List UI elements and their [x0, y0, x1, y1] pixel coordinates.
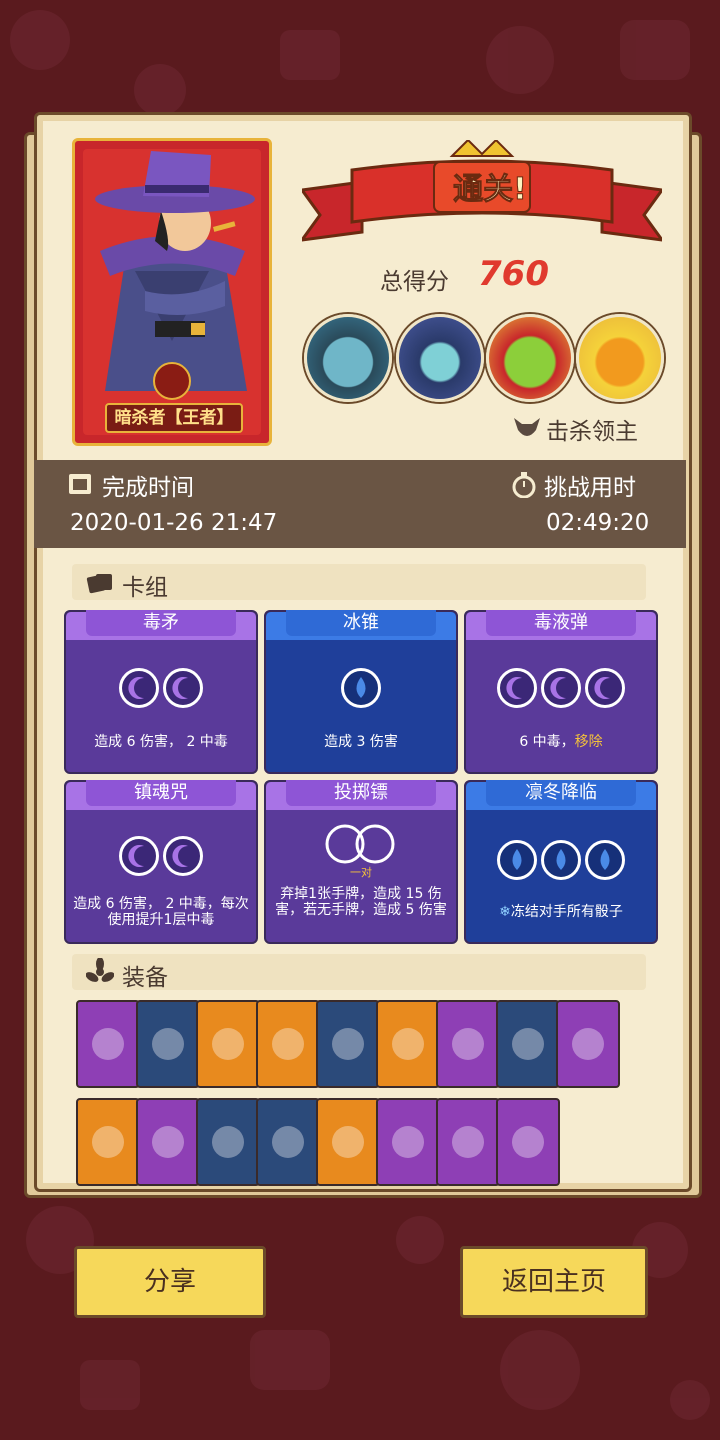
water-die-icon: [585, 840, 625, 880]
kill-boss-label: 击杀领主: [546, 419, 638, 445]
pair-dice-icon: [325, 824, 395, 864]
skull-gem-icon[interactable]: [376, 1000, 440, 1088]
cards-icon: [86, 574, 112, 594]
card-description-text: 冻结对手所有骰子: [510, 904, 623, 920]
pair-label: 一对: [350, 866, 372, 879]
score-label: 总得分: [380, 269, 449, 295]
moon-die-icon: [119, 836, 159, 876]
gold-coin-icon[interactable]: [136, 1098, 200, 1186]
deck-title: 卡组: [122, 575, 168, 601]
card-description-remove: 移除: [574, 734, 603, 750]
card-description: 弃掉1张手牌，造成 15 伤害，若无手牌，造成 5 伤害: [275, 886, 447, 918]
leaf-bracelet-icon[interactable]: [496, 1000, 560, 1088]
hero-name: 暗杀者【王者】: [105, 403, 243, 433]
dice-slots: [66, 836, 256, 876]
card-ice-spike: 冰锥 造成 3 伤害: [264, 610, 458, 774]
water-die-icon: [497, 840, 537, 880]
card-name: 毒液弹: [486, 610, 636, 636]
return-home-button[interactable]: 返回主页: [460, 1246, 648, 1318]
finish-time-value: 2020-01-26 21:47: [70, 510, 278, 536]
score-value: 760: [478, 254, 549, 294]
finish-time-label: 完成时间: [102, 475, 194, 501]
snowflake-icon: ❄: [499, 904, 511, 920]
moon-die-icon: [585, 668, 625, 708]
card-venom-bullet: 毒液弹 6 中毒，移除: [464, 610, 658, 774]
card-soul-curse: 镇魂咒 造成 6 伤害， 2 中毒，每次使用提升1层中毒: [64, 780, 258, 944]
moon-die-icon: [163, 836, 203, 876]
dice-slots: [266, 668, 456, 708]
smoking-pipe-icon[interactable]: [196, 1000, 260, 1088]
card-throwing-dart: 投掷镖 一对 弃掉1张手牌，造成 15 伤害，若无手牌，造成 5 伤害: [264, 780, 458, 944]
card-description: 造成 6 伤害， 2 中毒，每次使用提升1层中毒: [73, 896, 249, 928]
stats-bar: 完成时间 2020-01-26 21:47 挑战用时 02:49:20: [34, 460, 686, 548]
moon-die-icon: [541, 668, 581, 708]
top-hat-icon[interactable]: [136, 1000, 200, 1088]
card-name: 投掷镖: [286, 780, 436, 806]
card-name: 凛冬降临: [486, 780, 636, 806]
card-poison-spear: 毒矛 造成 6 伤害， 2 中毒: [64, 610, 258, 774]
skull-icon[interactable]: [256, 1098, 320, 1186]
card-description: 造成 3 伤害: [324, 734, 398, 750]
hero-card: 暗杀者【王者】: [72, 138, 272, 446]
card-winter-arrives: 凛冬降临 ❄冻结对手所有骰子: [464, 780, 658, 944]
duration-label: 挑战用时: [544, 475, 636, 501]
spiked-bracelet-icon[interactable]: [76, 1098, 140, 1186]
share-button[interactable]: 分享: [74, 1246, 266, 1318]
horned-skull-icon: [514, 418, 540, 436]
propeller-icon: [86, 958, 114, 982]
blue-ogre-boss-icon: [304, 314, 392, 402]
assassin-portrait: [83, 149, 261, 435]
water-die-icon: [541, 840, 581, 880]
victory-text: 通关!: [453, 172, 528, 208]
equipment-title: 装备: [122, 965, 168, 991]
card-name: 冰锥: [286, 610, 436, 636]
skull-book-icon[interactable]: [436, 1098, 500, 1186]
card-name: 镇魂咒: [86, 780, 236, 806]
dice-slots: [466, 840, 656, 880]
feather-icon[interactable]: [436, 1000, 500, 1088]
card-description: ❄冻结对手所有骰子: [470, 904, 652, 920]
stopwatch-icon: [512, 472, 536, 498]
water-die-icon: [341, 668, 381, 708]
heart-box-icon[interactable]: [196, 1098, 260, 1186]
fire-orb-icon[interactable]: [316, 1098, 380, 1186]
sun-badge-icon[interactable]: [256, 1000, 320, 1088]
chain-icon[interactable]: [496, 1098, 560, 1186]
card-description: 造成 6 伤害， 2 中毒: [94, 734, 228, 750]
card-description-main: 6 中毒，: [519, 734, 575, 750]
parrot-icon[interactable]: [76, 1000, 140, 1088]
pumpkin-sun-boss-icon: [576, 314, 664, 402]
moon-die-icon: [497, 668, 537, 708]
dice-slots: [466, 668, 656, 708]
green-orb-icon[interactable]: [376, 1098, 440, 1186]
potion-vase-icon[interactable]: [556, 1000, 620, 1088]
crowned-lich-boss-icon: [396, 314, 484, 402]
calendar-icon: [69, 474, 91, 494]
scroll-icon[interactable]: [316, 1000, 380, 1088]
card-description: 6 中毒，移除: [470, 734, 652, 750]
dice-slots: [66, 668, 256, 708]
card-name: 毒矛: [86, 610, 236, 636]
moon-die-icon: [163, 668, 203, 708]
green-goblin-king-boss-icon: [486, 314, 574, 402]
moon-die-icon: [119, 668, 159, 708]
duration-value: 02:49:20: [546, 510, 650, 536]
